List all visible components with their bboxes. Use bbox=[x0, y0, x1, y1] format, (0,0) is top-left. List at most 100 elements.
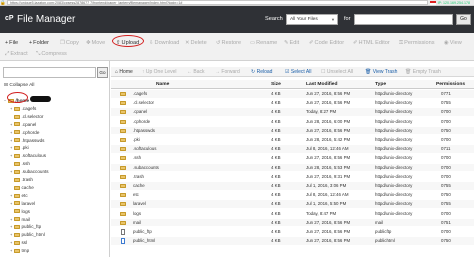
cell-perms: 0755 bbox=[441, 201, 451, 207]
delete-button[interactable]: ✕Delete bbox=[185, 38, 207, 48]
tree-item[interactable]: .cl.selector bbox=[10, 113, 43, 120]
table-row[interactable]: laravel 4 KB Jul 1, 2016, 5:50 PM httpd/uni… bbox=[111, 200, 474, 209]
cpanel-logo[interactable]: cP bbox=[5, 15, 14, 22]
unselect-all-button[interactable]: ☐ Unselect All bbox=[321, 67, 353, 77]
forward-button[interactable]: → Forward bbox=[215, 67, 240, 77]
table-row[interactable]: .softaculous 4 KB Jul 8, 2016, 12:46 AM htt… bbox=[111, 145, 474, 153]
tree-item-label: .ssh bbox=[21, 161, 30, 167]
folder-icon bbox=[14, 146, 20, 151]
table-row[interactable]: cache 4 KB Jul 1, 2016, 3:06 PM httpd/unix-… bbox=[111, 182, 474, 190]
tree-item-label: mail bbox=[21, 216, 30, 222]
folder-icon bbox=[14, 193, 20, 198]
column-type[interactable]: Type bbox=[375, 80, 386, 89]
code-editor-button[interactable]: ✐Code Editor bbox=[309, 38, 344, 48]
copy-button[interactable]: ❐Copy bbox=[60, 38, 79, 48]
reload-button[interactable]: ↻ Reload bbox=[251, 67, 272, 77]
table-row[interactable]: .cpanel 4 KB Today, 8:27 PM httpd/unix-dire… bbox=[111, 108, 474, 117]
search-for-label: for bbox=[344, 16, 351, 22]
tree-item[interactable]: + .cpanel bbox=[10, 121, 36, 128]
view-trash-button[interactable]: 🗑 View Trash bbox=[365, 67, 397, 77]
tree-item[interactable]: + .pki bbox=[10, 144, 29, 151]
edit-button[interactable]: ✎Edit bbox=[284, 38, 299, 48]
move-button[interactable]: ✥Move bbox=[86, 38, 105, 48]
cell-perms: 0755 bbox=[441, 183, 451, 188]
empty-trash-button[interactable]: 🗑 Empty Trash bbox=[405, 67, 441, 77]
ip-address: IP: 120.169.254.178 bbox=[437, 0, 470, 5]
tree-item[interactable]: + .subaccounts bbox=[10, 168, 49, 175]
search-label: Search bbox=[265, 16, 283, 22]
folder-icon bbox=[14, 233, 20, 238]
up-one-level-button[interactable]: ↑ Up One Level bbox=[142, 67, 176, 77]
table-row[interactable]: public_html 4 KB Jun 27, 2016, 8:56 PM publ… bbox=[111, 237, 474, 245]
table-row[interactable]: public_ftp 4 KB Jun 27, 2016, 8:56 PM publi… bbox=[111, 228, 474, 236]
tree-item[interactable]: + public_html bbox=[10, 231, 45, 238]
cell-type: publicftp bbox=[375, 229, 392, 234]
download-icon: ⇩ bbox=[149, 40, 154, 46]
extract-button[interactable]: ⤢Extract bbox=[5, 49, 28, 59]
tree-item[interactable]: logs bbox=[10, 208, 30, 215]
table-row[interactable]: .subaccounts 4 KB Jun 28, 2016, 5:53 PM htt… bbox=[111, 163, 474, 172]
tree-item[interactable]: .ssh bbox=[10, 160, 30, 167]
table-row[interactable]: .cl.selector 4 KB Jun 27, 2016, 8:56 PM htt… bbox=[111, 99, 474, 107]
tree-item-label: logs bbox=[21, 208, 30, 214]
select-all-button[interactable]: ☑ Select All bbox=[285, 67, 311, 77]
cell-modified: Jun 27, 2016, 8:56 PM bbox=[306, 238, 351, 244]
column-permissions[interactable]: Permissions bbox=[436, 80, 465, 89]
search-go-button[interactable]: Go bbox=[456, 14, 471, 25]
tree-item[interactable]: + .cagefs bbox=[10, 105, 36, 112]
cell-type: mail bbox=[375, 219, 384, 225]
folder-icon bbox=[14, 209, 20, 214]
home-button[interactable]: ⌂ Home bbox=[115, 67, 133, 77]
tree-item[interactable]: + mail bbox=[10, 216, 30, 223]
search-scope-select[interactable]: All Your Files ▼ bbox=[286, 14, 338, 25]
cell-type: httpd/unix-directory bbox=[375, 201, 413, 207]
cell-perms: 0771 bbox=[441, 91, 451, 96]
html-editor-button[interactable]: ✐HTML Editor bbox=[353, 38, 390, 48]
tree-item[interactable]: + tmp bbox=[10, 247, 29, 254]
search-input[interactable] bbox=[354, 14, 453, 25]
compress-button[interactable]: ⤡Compress bbox=[36, 49, 67, 59]
tree-item[interactable]: + .softaculous bbox=[10, 152, 46, 159]
tree-item[interactable]: .trash bbox=[10, 176, 33, 183]
view-button[interactable]: ◉View bbox=[444, 38, 462, 48]
restore-button[interactable]: ↺Restore bbox=[216, 38, 241, 48]
download-button[interactable]: ⇩Download bbox=[149, 38, 179, 48]
tree-item[interactable]: + laravel bbox=[10, 200, 35, 207]
table-row[interactable]: .cphorde 4 KB Jun 28, 2016, 6:00 PM httpd/u… bbox=[111, 117, 474, 126]
table-row[interactable]: etc 4 KB Jul 8, 2016, 12:46 AM httpd/unix-d… bbox=[111, 191, 474, 199]
restore-icon: ↺ bbox=[216, 40, 221, 46]
url-field[interactable]: https://unique5.lazaton.com:2083/cpsess2… bbox=[7, 0, 428, 5]
table-row[interactable]: .ssh 4 KB Jun 27, 2016, 8:56 PM httpd/unix-… bbox=[111, 154, 474, 163]
table-row[interactable]: .htpasswds 4 KB Jun 27, 2016, 8:56 PM httpd… bbox=[111, 126, 474, 135]
cell-modified: Jun 27, 2016, 8:56 PM bbox=[306, 229, 351, 234]
tree-item[interactable]: + public_ftp bbox=[10, 223, 41, 230]
permissions-button[interactable]: ⚿Permissions bbox=[399, 38, 435, 48]
new-file-button[interactable]: +File bbox=[5, 38, 18, 48]
tree-item[interactable]: + ssl bbox=[10, 239, 27, 246]
cell-name: .subaccounts bbox=[133, 164, 159, 170]
trash-icon: 🗑 bbox=[405, 69, 412, 75]
table-row[interactable]: logs 4 KB Today, 8:47 PM httpd/unix-directo… bbox=[111, 209, 474, 218]
path-input[interactable] bbox=[3, 67, 96, 78]
table-row[interactable]: .pki 4 KB Jun 28, 2016, 5:42 PM httpd/unix-… bbox=[111, 136, 474, 144]
tree-item[interactable]: + .cphorde bbox=[10, 129, 39, 136]
tree-item[interactable]: + etc bbox=[10, 192, 28, 199]
tree-item[interactable]: cache bbox=[10, 184, 34, 191]
column-last-modified[interactable]: Last Modified bbox=[306, 80, 338, 89]
new-folder-button[interactable]: +Folder bbox=[29, 38, 49, 48]
collapse-all-link[interactable]: ⊟ Collapse All bbox=[4, 83, 34, 88]
cell-modified: Jun 27, 2016, 8:56 PM bbox=[306, 155, 351, 161]
tree-item[interactable]: + .htpasswds bbox=[10, 137, 44, 144]
column-size[interactable]: Size bbox=[271, 80, 281, 89]
rename-button[interactable]: ▭Rename bbox=[250, 38, 277, 48]
table-row[interactable]: mail 4 KB Jun 27, 2016, 8:56 PM mail 0751 bbox=[111, 218, 474, 227]
cell-name: .cphorde bbox=[133, 118, 151, 124]
column-name[interactable]: Name bbox=[156, 80, 169, 89]
back-button[interactable]: ← Back bbox=[187, 67, 205, 77]
path-go-button[interactable]: Go bbox=[97, 67, 108, 78]
table-row[interactable]: .cagefs 4 KB Jun 27, 2016, 8:56 PM httpd/un… bbox=[111, 90, 474, 98]
move-icon: ✥ bbox=[86, 40, 91, 46]
cell-modified: Today, 8:47 PM bbox=[306, 210, 337, 216]
table-row[interactable]: .trash 4 KB Jun 27, 2016, 9:31 PM httpd/uni… bbox=[111, 172, 474, 181]
cell-size: 4 KB bbox=[271, 127, 281, 133]
